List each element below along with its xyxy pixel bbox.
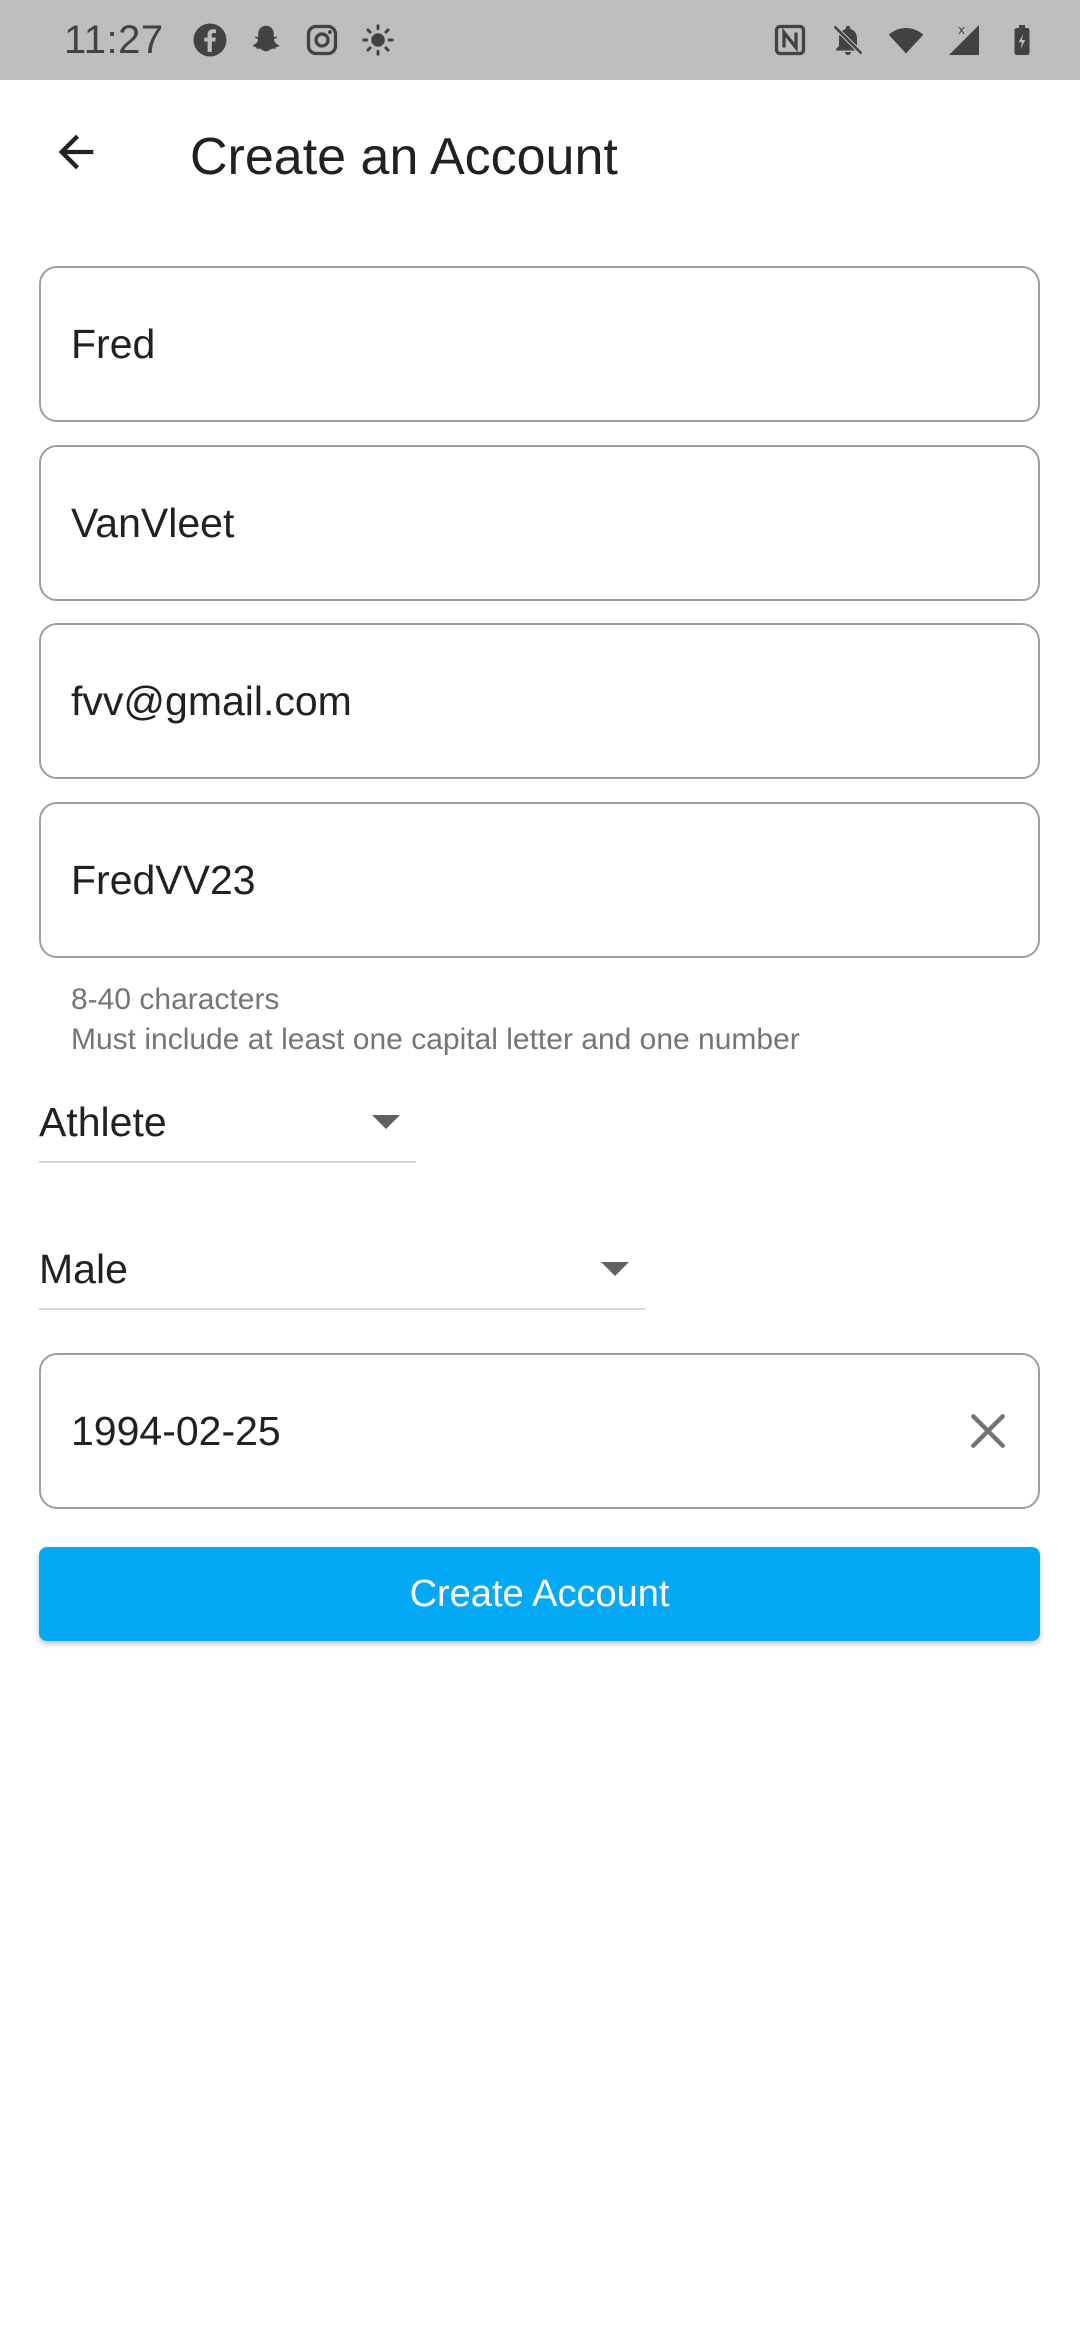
email-field[interactable] xyxy=(39,623,1040,779)
facebook-icon xyxy=(192,22,228,58)
status-bar: 11:27 x xyxy=(0,0,1080,80)
role-dropdown[interactable]: Athlete xyxy=(39,1083,416,1163)
gender-dropdown[interactable]: Male xyxy=(39,1230,645,1310)
status-notification-icons xyxy=(192,22,396,58)
wifi-icon xyxy=(888,22,924,58)
email-input[interactable] xyxy=(71,625,1008,777)
last-name-input[interactable] xyxy=(71,447,1008,599)
app-bar: Create an Account xyxy=(0,80,1080,230)
close-icon xyxy=(971,1414,1005,1448)
back-button[interactable] xyxy=(40,116,112,188)
first-name-input[interactable] xyxy=(71,268,1008,420)
brightness-icon xyxy=(360,22,396,58)
nfc-icon xyxy=(772,22,808,58)
password-field[interactable] xyxy=(39,802,1040,958)
instagram-icon xyxy=(304,22,340,58)
password-helper-text: 8-40 characters Must include at least on… xyxy=(71,980,800,1060)
notifications-off-icon xyxy=(830,22,866,58)
cellular-signal-icon: x xyxy=(946,22,982,58)
dropdown-arrow-icon xyxy=(601,1262,629,1276)
birthdate-field[interactable] xyxy=(39,1353,1040,1509)
create-account-button[interactable]: Create Account xyxy=(39,1547,1040,1641)
gender-dropdown-value: Male xyxy=(39,1245,128,1292)
password-helper-rules: Must include at least one capital letter… xyxy=(71,1023,800,1056)
password-input[interactable] xyxy=(71,804,1008,956)
arrow-back-icon xyxy=(58,134,94,170)
status-time: 11:27 xyxy=(64,17,164,62)
page-title: Create an Account xyxy=(190,128,618,186)
dropdown-arrow-icon xyxy=(372,1115,400,1129)
status-system-icons: x xyxy=(772,22,1040,58)
clear-birthdate-button[interactable] xyxy=(958,1401,1018,1461)
role-dropdown-value: Athlete xyxy=(39,1098,167,1145)
snapchat-icon xyxy=(248,22,284,58)
birthdate-input[interactable] xyxy=(71,1355,958,1507)
last-name-field[interactable] xyxy=(39,445,1040,601)
first-name-field[interactable] xyxy=(39,266,1040,422)
svg-text:x: x xyxy=(958,23,965,37)
password-helper-length: 8-40 characters xyxy=(71,983,280,1016)
battery-charging-icon xyxy=(1004,22,1040,58)
